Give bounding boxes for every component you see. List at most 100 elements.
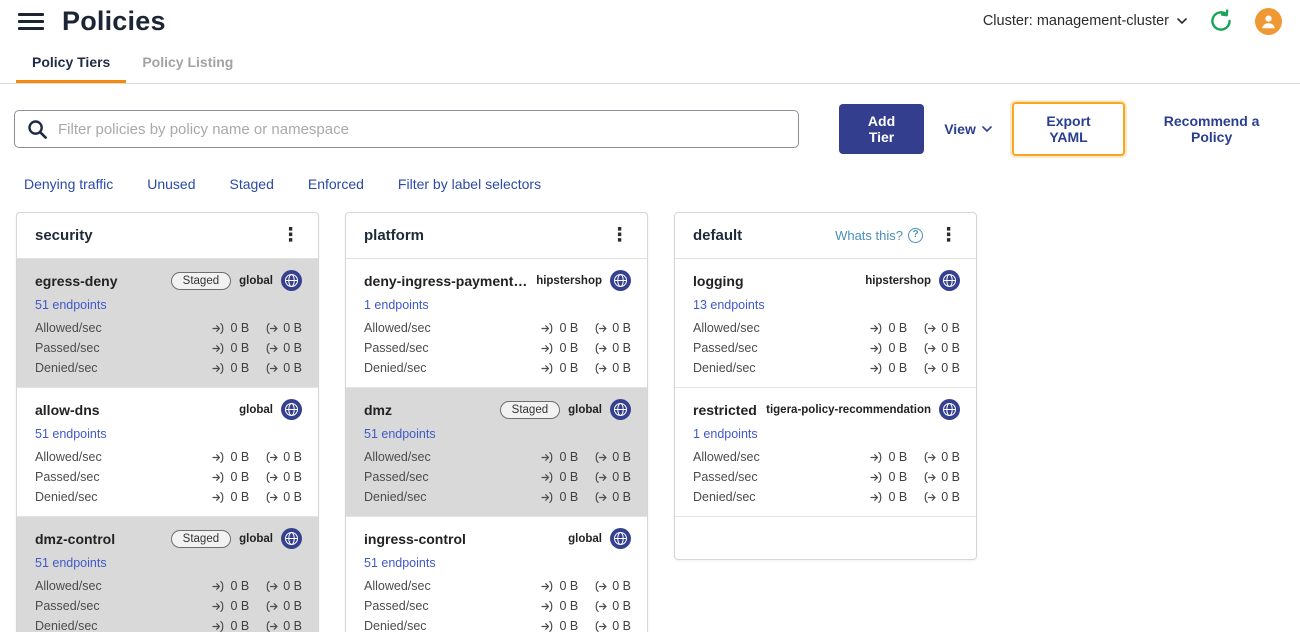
globe-icon [939,399,960,420]
tab-policy-tiers[interactable]: Policy Tiers [16,42,127,83]
export-yaml-button[interactable]: Export YAML [1011,102,1126,156]
cluster-selector-label: Cluster: management-cluster [982,13,1169,29]
egress-arrow-icon [595,342,607,354]
policy-scope-label: global [239,274,273,287]
chevron-down-icon [982,125,992,132]
policy-card[interactable]: allow-dns global 51 endpoints Allowed/se… [17,388,318,517]
policy-card[interactable]: restricted tigera-policy-recommendation … [675,388,976,517]
tab-bar: Policy Tiers Policy Listing [0,42,1300,84]
ingress-arrow-icon [212,451,224,463]
globe-icon [281,270,302,291]
metric-label: Denied/sec [693,490,756,504]
metric-ingress-value: 0 B [230,470,250,484]
globe-icon [610,399,631,420]
tab-policy-listing[interactable]: Policy Listing [126,42,249,83]
hamburger-menu-icon[interactable] [18,12,44,30]
egress-arrow-icon [266,580,278,592]
filter-label-selectors[interactable]: Filter by label selectors [398,176,541,192]
metric-rows: Allowed/sec 0 B 0 B Passed/sec 0 B 0 B D… [364,318,631,378]
policy-name: dmz-control [35,530,116,547]
cluster-selector[interactable]: Cluster: management-cluster [983,13,1187,29]
metric-label: Denied/sec [364,361,427,375]
kebab-menu-icon[interactable]: ⋮ [606,226,633,245]
metric-label: Passed/sec [693,470,758,484]
policy-scope-label: global [568,403,602,416]
metric-rows: Allowed/sec 0 B 0 B Passed/sec 0 B 0 B D… [693,447,960,507]
kebab-menu-icon[interactable]: ⋮ [277,226,304,245]
egress-arrow-icon [924,322,936,334]
policy-search-input[interactable] [58,120,786,138]
policy-scope-label: global [239,532,273,545]
staged-badge: Staged [170,529,232,548]
ingress-arrow-icon [870,342,882,354]
ingress-arrow-icon [541,491,553,503]
add-tier-button[interactable]: Add Tier [838,104,925,154]
ingress-arrow-icon [212,491,224,503]
policy-endpoints-link[interactable]: 51 endpoints [364,556,436,570]
view-dropdown-button[interactable]: View [944,121,992,137]
egress-arrow-icon [266,322,278,334]
metric-label: Allowed/sec [693,450,760,464]
globe-icon [281,399,302,420]
metric-egress-value: 0 B [941,341,960,355]
egress-arrow-icon [924,471,936,483]
egress-arrow-icon [266,620,278,632]
metric-egress-value: 0 B [612,619,631,632]
globe-icon [281,528,302,549]
egress-arrow-icon [924,362,936,374]
policy-endpoints-link[interactable]: 51 endpoints [35,427,107,441]
policy-endpoints-link[interactable]: 1 endpoints [693,427,758,441]
filter-staged[interactable]: Staged [230,176,274,192]
policy-card[interactable]: deny-ingress-paymentservi… hipstershop 1… [346,259,647,388]
metric-row: Allowed/sec 0 B 0 B [693,447,960,467]
filter-enforced[interactable]: Enforced [308,176,364,192]
staged-badge: Staged [499,400,561,419]
metric-row: Denied/sec 0 B 0 B [364,487,631,507]
filter-denying-traffic[interactable]: Denying traffic [24,176,113,192]
ingress-arrow-icon [870,491,882,503]
policy-list: egress-deny Staged global 51 endpoints A… [17,259,318,632]
policy-card[interactable]: ingress-control global 51 endpoints Allo… [346,517,647,632]
metric-egress-value: 0 B [941,450,960,464]
history-restore-icon[interactable] [1207,7,1235,35]
tier-column: security ⋮ egress-deny Staged global 51 … [16,212,319,632]
metric-ingress-value: 0 B [230,361,250,375]
metric-label: Allowed/sec [364,321,431,335]
ingress-arrow-icon [212,322,224,334]
quick-filter-bar: Denying traffic Unused Staged Enforced F… [0,156,1300,210]
metric-label: Denied/sec [35,619,98,632]
egress-arrow-icon [595,580,607,592]
egress-arrow-icon [266,451,278,463]
policy-endpoints-link[interactable]: 51 endpoints [364,427,436,441]
kebab-menu-icon[interactable]: ⋮ [935,226,962,245]
user-avatar[interactable] [1255,7,1282,35]
egress-arrow-icon [924,491,936,503]
metric-ingress-value: 0 B [230,619,250,632]
metric-ingress-value: 0 B [559,341,579,355]
policy-search-box[interactable] [14,110,799,148]
egress-arrow-icon [595,600,607,612]
policy-endpoints-link[interactable]: 51 endpoints [35,298,107,312]
staged-badge: Staged [170,271,232,290]
policy-card[interactable]: egress-deny Staged global 51 endpoints A… [17,259,318,388]
ingress-arrow-icon [212,362,224,374]
ingress-arrow-icon [541,362,553,374]
toolbar: Add Tier View Export YAML Recommend a Po… [0,84,1300,156]
recommend-policy-button[interactable]: Recommend a Policy [1145,113,1278,145]
ingress-arrow-icon [212,620,224,632]
filter-unused[interactable]: Unused [147,176,195,192]
policy-endpoints-link[interactable]: 13 endpoints [693,298,765,312]
policy-card[interactable]: dmz-control Staged global 51 endpoints A… [17,517,318,632]
globe-icon [610,270,631,291]
ingress-arrow-icon [541,620,553,632]
metric-label: Passed/sec [364,341,429,355]
metric-label: Allowed/sec [364,579,431,593]
tier-help-link[interactable]: Whats this? ? [835,228,923,243]
policy-card[interactable]: logging hipstershop 13 endpoints Allowed… [675,259,976,388]
metric-row: Denied/sec 0 B 0 B [364,358,631,378]
policy-endpoints-link[interactable]: 1 endpoints [364,298,429,312]
egress-arrow-icon [266,362,278,374]
policy-endpoints-link[interactable]: 51 endpoints [35,556,107,570]
policy-card[interactable]: dmz Staged global 51 endpoints Allowed/s… [346,388,647,517]
egress-arrow-icon [595,322,607,334]
